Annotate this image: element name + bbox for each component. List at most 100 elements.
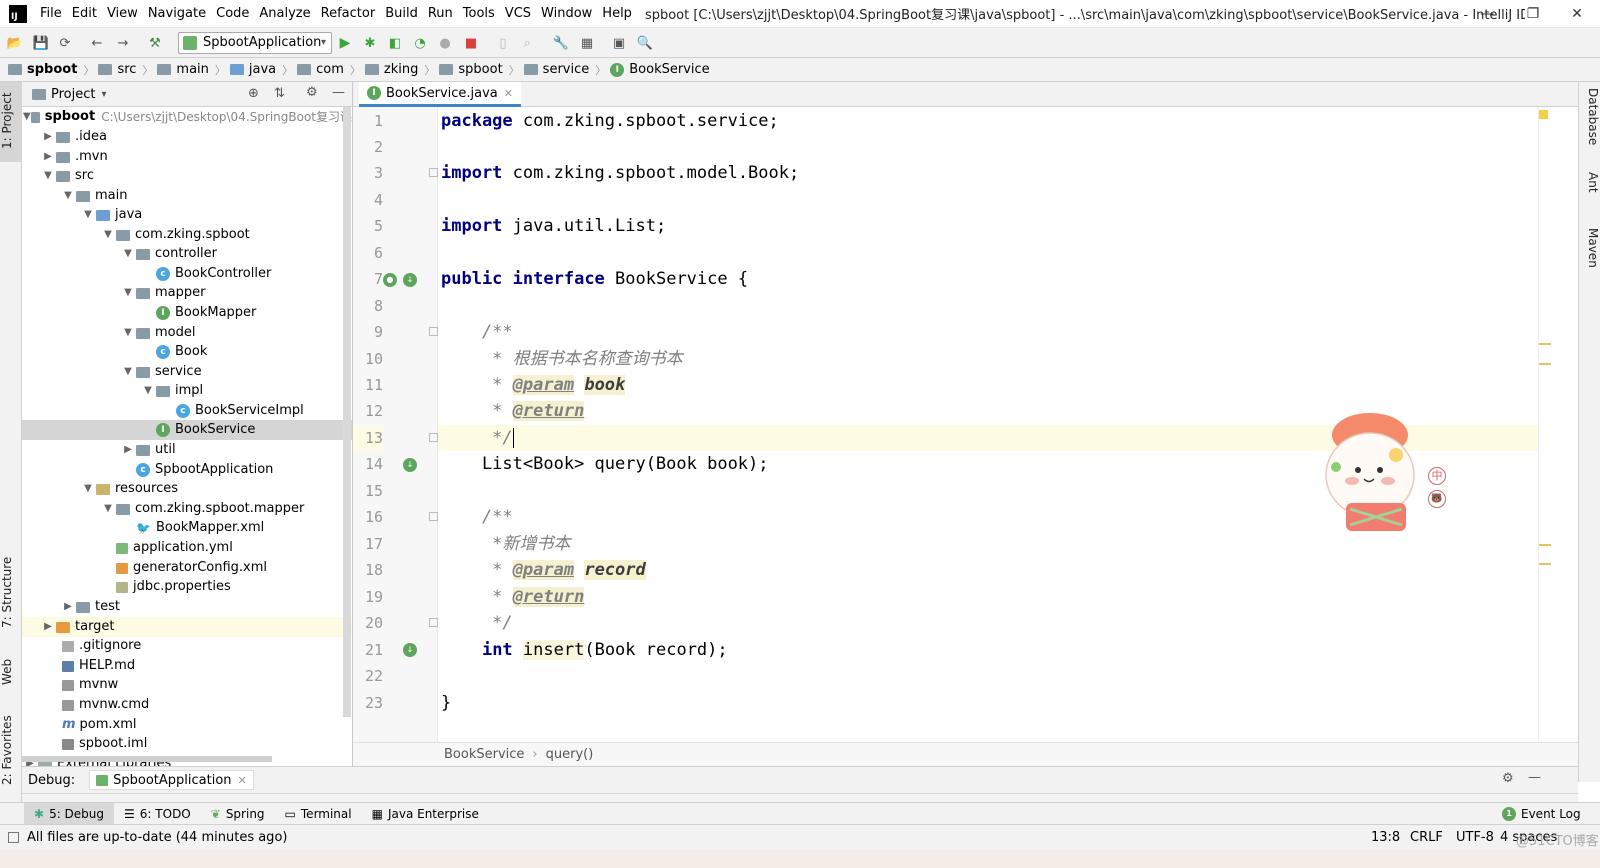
minimize-button[interactable]: — bbox=[1464, 0, 1510, 28]
tree-item-gitignore[interactable]: .gitignore bbox=[22, 636, 352, 656]
horizontal-scrollbar[interactable] bbox=[22, 756, 272, 762]
tree-item-help-md[interactable]: HELP.md bbox=[22, 656, 352, 676]
fold-marker-icon[interactable] bbox=[429, 618, 438, 627]
chevron-down-icon[interactable]: ▼ bbox=[100, 225, 116, 245]
run-with-coverage-icon[interactable]: ◧ bbox=[386, 34, 404, 52]
breadcrumb-spboot[interactable]: spboot bbox=[8, 62, 77, 77]
tree-item-application-yml[interactable]: application.yml bbox=[22, 538, 352, 558]
tree-item-target[interactable]: ▶ target bbox=[22, 617, 352, 637]
breadcrumb-com[interactable]: com bbox=[297, 62, 344, 77]
menu-run[interactable]: Run bbox=[423, 0, 458, 28]
collapse-all-icon[interactable]: ⇅ bbox=[274, 86, 285, 101]
status-toggle-icon[interactable] bbox=[8, 832, 19, 843]
chevron-down-icon[interactable]: ▼ bbox=[80, 205, 96, 225]
tree-item-com-zking-spboot-mapper[interactable]: ▼ com.zking.spboot.mapper bbox=[22, 499, 352, 519]
breadcrumb-method[interactable]: query() bbox=[546, 747, 594, 762]
tool-tab-web[interactable]: Web bbox=[0, 652, 22, 692]
breadcrumb-class[interactable]: BookService bbox=[444, 747, 524, 762]
hide-panel-icon[interactable]: — bbox=[1528, 770, 1541, 785]
hide-panel-icon[interactable]: — bbox=[332, 85, 345, 100]
menu-refactor[interactable]: Refactor bbox=[316, 0, 381, 28]
editor-tab-bookservice[interactable]: I BookService.java ✕ bbox=[359, 82, 521, 107]
menu-window[interactable]: Window bbox=[536, 0, 597, 28]
tab-todo[interactable]: ☰ 6: TODO bbox=[114, 803, 201, 825]
gear-icon[interactable]: ⚙ bbox=[306, 85, 318, 100]
tree-item-com-zking-spboot[interactable]: ▼ com.zking.spboot bbox=[22, 225, 352, 245]
menu-edit[interactable]: Edit bbox=[67, 0, 102, 28]
tab-terminal[interactable]: ▭ Terminal bbox=[275, 803, 362, 825]
tree-item-spbootapplication[interactable]: c SpbootApplication bbox=[22, 460, 352, 480]
synchronize-icon[interactable]: ⟳ bbox=[56, 34, 74, 52]
tree-item-java[interactable]: ▼ java bbox=[22, 205, 352, 225]
tool-tab-project[interactable]: 1: Project bbox=[0, 86, 22, 156]
vcs-search-icon[interactable]: ⌕ bbox=[518, 34, 536, 52]
fold-marker-icon[interactable] bbox=[429, 512, 438, 521]
close-window-button[interactable]: ✕ bbox=[1554, 0, 1600, 28]
breadcrumb-main[interactable]: main bbox=[157, 62, 209, 77]
breadcrumb-spboot-package[interactable]: spboot bbox=[439, 62, 503, 77]
tool-tab-database[interactable]: Database bbox=[1580, 88, 1600, 158]
open-folder-icon[interactable]: 📂 bbox=[6, 34, 24, 52]
caret-position[interactable]: 13:8 bbox=[1371, 830, 1400, 845]
tree-item-mvnw[interactable]: mvnw bbox=[22, 675, 352, 695]
chevron-down-icon[interactable]: ▼ bbox=[120, 323, 136, 343]
implemented-marker-icon[interactable]: ● bbox=[383, 273, 397, 287]
warning-stripe-marker[interactable] bbox=[1539, 363, 1551, 365]
breadcrumb-bookservice[interactable]: I BookService bbox=[610, 62, 710, 77]
warning-stripe-marker[interactable] bbox=[1539, 544, 1551, 546]
menu-code[interactable]: Code bbox=[211, 0, 254, 28]
chevron-down-icon[interactable]: ▼ bbox=[140, 381, 156, 401]
project-panel-title[interactable]: Project bbox=[51, 87, 95, 102]
tool-tab-favorites[interactable]: 2: Favorites bbox=[0, 710, 22, 790]
chevron-down-icon[interactable]: ▼ bbox=[60, 186, 76, 206]
chevron-right-icon[interactable]: ▶ bbox=[120, 440, 136, 460]
tab-spring[interactable]: ❦ Spring bbox=[201, 803, 275, 825]
tree-item-bookmapper[interactable]: I BookMapper bbox=[22, 303, 352, 323]
chevron-down-icon[interactable]: ▾ bbox=[101, 89, 106, 100]
run-icon[interactable]: ▶ bbox=[336, 34, 354, 52]
tree-item-bookcontroller[interactable]: c BookController bbox=[22, 264, 352, 284]
tree-item-main[interactable]: ▼ main bbox=[22, 186, 352, 206]
menu-file[interactable]: File bbox=[35, 0, 67, 28]
project-structure-icon[interactable]: ▦ bbox=[578, 34, 596, 52]
close-tab-icon[interactable]: ✕ bbox=[504, 87, 513, 100]
chevron-down-icon[interactable]: ▼ bbox=[120, 362, 136, 382]
line-separator[interactable]: CRLF bbox=[1410, 830, 1443, 845]
tool-window-icon[interactable]: ▣ bbox=[610, 34, 628, 52]
tree-item-generatorconfig-xml[interactable]: generatorConfig.xml bbox=[22, 558, 352, 578]
editor-scrollbar[interactable] bbox=[1538, 107, 1578, 742]
menu-build[interactable]: Build bbox=[380, 0, 423, 28]
chevron-right-icon[interactable]: ▶ bbox=[60, 597, 76, 617]
chevron-down-icon[interactable]: ▼ bbox=[22, 107, 31, 127]
implementation-arrow-icon[interactable]: ↓ bbox=[403, 643, 417, 657]
fold-marker-icon[interactable] bbox=[429, 168, 438, 177]
analysis-status-icon[interactable] bbox=[1539, 110, 1548, 119]
breadcrumb-java[interactable]: java bbox=[229, 62, 276, 77]
tree-item-test[interactable]: ▶ test bbox=[22, 597, 352, 617]
tree-item-model[interactable]: ▼ model bbox=[22, 323, 352, 343]
tool-tab-maven[interactable]: Maven bbox=[1580, 228, 1600, 288]
tool-tab-ant[interactable]: Ant bbox=[1580, 172, 1600, 212]
tree-item-pom-xml[interactable]: m pom.xml bbox=[22, 715, 352, 735]
breadcrumb-zking[interactable]: zking bbox=[364, 62, 418, 77]
debug-bug-icon[interactable]: ✱ bbox=[361, 34, 379, 52]
chevron-right-icon[interactable]: ▶ bbox=[40, 127, 56, 147]
warning-stripe-marker[interactable] bbox=[1539, 563, 1551, 565]
tree-item-bookmapper-xml[interactable]: 🐦 BookMapper.xml bbox=[22, 518, 352, 538]
tree-item-mapper[interactable]: ▼ mapper bbox=[22, 283, 352, 303]
tree-item-controller[interactable]: ▼ controller bbox=[22, 244, 352, 264]
stop-icon[interactable]: ■ bbox=[462, 34, 480, 52]
tree-item-idea[interactable]: ▶ .idea bbox=[22, 127, 352, 147]
chevron-down-icon[interactable]: ▼ bbox=[120, 283, 136, 303]
chevron-down-icon[interactable]: ▼ bbox=[100, 499, 116, 519]
fold-marker-icon[interactable] bbox=[429, 327, 438, 336]
chevron-right-icon[interactable]: ▶ bbox=[40, 147, 56, 167]
warning-stripe-marker[interactable] bbox=[1539, 343, 1551, 345]
tree-item-mvn[interactable]: ▶ .mvn bbox=[22, 147, 352, 167]
forward-arrow-icon[interactable]: → bbox=[114, 34, 132, 52]
tree-item-util[interactable]: ▶ util bbox=[22, 440, 352, 460]
event-log-button[interactable]: 1 Event Log bbox=[1492, 803, 1591, 825]
tree-item-mvnw-cmd[interactable]: mvnw.cmd bbox=[22, 695, 352, 715]
implementation-arrow-icon[interactable]: ↓ bbox=[403, 273, 417, 287]
back-arrow-icon[interactable]: ← bbox=[88, 34, 106, 52]
